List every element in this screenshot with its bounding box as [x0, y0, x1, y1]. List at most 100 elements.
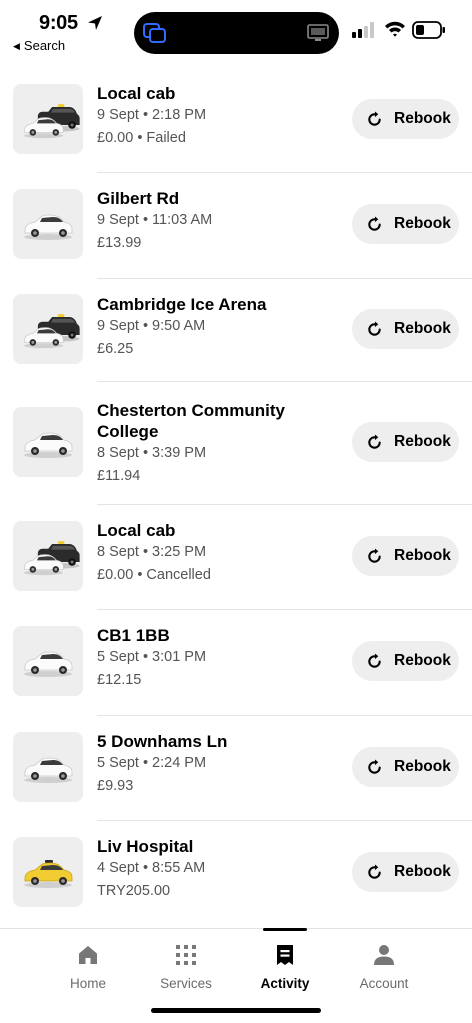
back-search-label: Search [23, 38, 66, 53]
white-car-image [24, 757, 73, 783]
vehicle-thumbnail [13, 189, 83, 259]
ride-destination: Cambridge Ice Arena [97, 295, 267, 314]
vehicle-thumbnail [13, 732, 83, 802]
rebook-label: Rebook [394, 433, 451, 450]
ride-info: Gilbert Rd 9 Sept • 11:03 AM £13.99 [97, 188, 337, 255]
ride-price-status: £9.93 [97, 778, 134, 794]
ride-info: CB1 1BB 5 Sept • 3:01 PM £12.15 [97, 625, 337, 692]
cellular-signal-icon [352, 22, 374, 38]
ride-row[interactable]: Chesterton Community College 8 Sept • 3:… [0, 382, 472, 505]
ride-price-status: £11.94 [97, 468, 141, 484]
vehicle-thumbnail [13, 626, 83, 696]
receipt-icon [277, 945, 293, 965]
ride-info: Local cab 8 Sept • 3:25 PM £0.00 • Cance… [97, 520, 337, 587]
ride-row[interactable]: Local cab 9 Sept • 2:18 PM £0.00 • Faile… [0, 68, 472, 173]
ride-info: Cambridge Ice Arena 9 Sept • 9:50 AM £6.… [97, 294, 337, 361]
tab-home-label: Home [69, 976, 106, 991]
ride-price-status: £13.99 [97, 235, 142, 251]
rebook-refresh-icon [368, 863, 381, 879]
ride-destination: Liv Hospital [97, 837, 194, 856]
ride-datetime: 5 Sept • 3:01 PM [97, 649, 207, 665]
ride-destination: 5 Downhams Ln [97, 732, 228, 751]
ride-row[interactable]: 5 Downhams Ln 5 Sept • 2:24 PM £9.93 Reb… [0, 716, 472, 821]
rebook-refresh-icon [368, 652, 381, 668]
ride-row[interactable]: Gilbert Rd 9 Sept • 11:03 AM £13.99 Rebo… [0, 173, 472, 279]
person-icon [374, 945, 394, 965]
ride-destination: Local cab [97, 521, 176, 540]
tab-services[interactable]: Services [146, 943, 226, 991]
tab-account-label: Account [359, 976, 409, 991]
tab-activity-label: Activity [260, 976, 310, 991]
black-cab-and-car-image [23, 314, 80, 349]
home-icon [79, 946, 97, 964]
tab-home[interactable]: Home [48, 943, 128, 991]
ride-destination: Local cab [97, 84, 176, 103]
rebook-button[interactable]: Rebook [352, 99, 459, 139]
rebook-refresh-icon [368, 547, 381, 563]
tab-account[interactable]: Account [344, 943, 424, 991]
tab-services-label: Services [160, 976, 212, 991]
rebook-label: Rebook [394, 110, 451, 127]
vehicle-thumbnail [13, 407, 83, 477]
grid-icon [176, 945, 196, 965]
yellow-taxi-image [24, 860, 73, 888]
ride-datetime: 5 Sept • 2:24 PM [97, 755, 207, 771]
ride-row[interactable]: Local cab 8 Sept • 3:25 PM £0.00 • Cance… [0, 505, 472, 610]
ride-row[interactable]: CB1 1BB 5 Sept • 3:01 PM £12.15 Rebook [0, 610, 472, 716]
back-to-search-link[interactable]: ◀ Search [13, 38, 65, 53]
white-car-image [24, 432, 73, 458]
rebook-label: Rebook [394, 215, 451, 232]
rebook-label: Rebook [394, 652, 451, 669]
ride-destination: Chesterton Community College [97, 401, 285, 441]
tab-activity[interactable]: Activity [245, 928, 325, 991]
ride-datetime: 9 Sept • 9:50 AM [97, 318, 206, 334]
rebook-refresh-icon [368, 110, 381, 126]
rebook-button[interactable]: Rebook [352, 536, 459, 576]
ride-price-status: £6.25 [97, 341, 134, 357]
black-cab-and-car-image [23, 104, 80, 139]
active-tab-indicator [263, 928, 307, 931]
ride-destination: Gilbert Rd [97, 189, 180, 208]
location-arrow-icon [88, 16, 102, 30]
rebook-label: Rebook [394, 863, 451, 880]
ride-datetime: 9 Sept • 2:18 PM [97, 107, 207, 123]
ride-row[interactable]: Liv Hospital 4 Sept • 8:55 AM TRY205.00 … [0, 821, 472, 926]
screen-mirroring-icon [143, 23, 166, 43]
rebook-button[interactable]: Rebook [352, 204, 459, 244]
ride-price-status: £12.15 [97, 672, 142, 688]
ride-price-status: TRY205.00 [97, 883, 171, 899]
rebook-button[interactable]: Rebook [352, 641, 459, 681]
vehicle-thumbnail [13, 837, 83, 907]
ride-destination: CB1 1BB [97, 626, 170, 645]
rebook-refresh-icon [368, 758, 381, 774]
monitor-icon [307, 24, 329, 41]
rebook-button[interactable]: Rebook [352, 309, 459, 349]
ride-datetime: 8 Sept • 3:25 PM [97, 544, 207, 560]
ride-info: Liv Hospital 4 Sept • 8:55 AM TRY205.00 [97, 836, 337, 903]
black-cab-and-car-image [23, 541, 80, 576]
status-time: 9:05 [39, 12, 78, 34]
rebook-label: Rebook [394, 758, 451, 775]
ride-info: 5 Downhams Ln 5 Sept • 2:24 PM £9.93 [97, 731, 337, 798]
rebook-button[interactable]: Rebook [352, 422, 459, 462]
rebook-label: Rebook [394, 320, 451, 337]
ride-info: Chesterton Community College 8 Sept • 3:… [97, 400, 337, 488]
home-indicator [151, 1008, 321, 1013]
rebook-button[interactable]: Rebook [352, 852, 459, 892]
ride-row[interactable]: Cambridge Ice Arena 9 Sept • 9:50 AM £6.… [0, 279, 472, 382]
ride-price-status: £0.00 • Failed [97, 130, 186, 146]
ride-datetime: 4 Sept • 8:55 AM [97, 860, 206, 876]
rebook-refresh-icon [368, 320, 381, 336]
vehicle-thumbnail [13, 294, 83, 364]
vehicle-thumbnail [13, 84, 83, 154]
rebook-button[interactable]: Rebook [352, 747, 459, 787]
vehicle-thumbnail [13, 521, 83, 591]
rebook-refresh-icon [368, 433, 381, 449]
wifi-icon [385, 21, 405, 37]
white-car-image [24, 651, 73, 677]
ride-datetime: 8 Sept • 3:39 PM [97, 445, 207, 461]
ride-datetime: 9 Sept • 11:03 AM [97, 212, 213, 228]
ride-info: Local cab 9 Sept • 2:18 PM £0.00 • Faile… [97, 83, 337, 150]
battery-icon [412, 21, 445, 39]
white-car-image [24, 214, 73, 240]
